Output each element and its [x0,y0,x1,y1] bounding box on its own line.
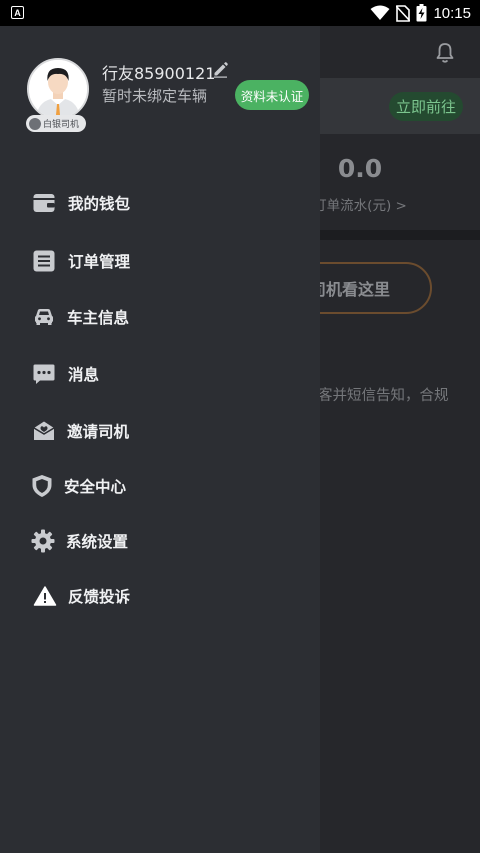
no-sim-icon [396,4,411,22]
menu-item-car-owner[interactable]: 车主信息 [0,297,320,337]
menu-item-system-settings[interactable]: 系统设置 [0,521,320,561]
invite-icon [33,421,55,440]
status-time: 10:15 [433,4,471,22]
gear-icon [31,529,55,553]
menu-item-label: 邀请司机 [67,423,130,441]
menu-item-invite-driver[interactable]: 邀请司机 [0,411,320,451]
menu-item-label: 车主信息 [67,309,130,327]
menu-item-wallet[interactable]: 我的钱包 [0,183,320,223]
wifi-icon [370,5,390,20]
role-badge: 白银司机 [26,115,86,132]
order-list-icon [33,250,55,272]
wallet-icon [33,194,55,212]
warning-icon [33,586,57,606]
menu-item-label: 系统设置 [66,533,129,551]
menu-item-messages[interactable]: 消息 [0,354,320,394]
notice-text: 客并短信告知，合规 [318,388,449,404]
battery-charging-icon [416,4,427,22]
status-bar: A 10:15 [0,0,480,26]
go-now-button[interactable]: 立即前往 [389,92,463,121]
badge-medal-icon [29,117,41,130]
menu-item-label: 订单管理 [68,253,131,271]
vehicle-binding-status: 暂时未绑定车辆 [102,87,208,105]
avatar[interactable] [27,58,89,120]
car-icon [35,309,53,325]
bell-icon [436,43,454,63]
menu-item-label: 我的钱包 [68,195,131,213]
message-icon [33,364,55,384]
menu-item-label: 安全中心 [64,478,127,496]
user-name: 行友85900121 [102,64,216,83]
app-screen: A 10:15 立即前往 0.0 订单流水(元) > 司机看这里 客并短信告知，… [0,0,480,853]
status-bar-right: 10:15 [370,3,471,23]
navigation-drawer: 白银司机 行友85900121 暂时未绑定车辆 资料未认证 我的钱包 订单管理 … [0,26,320,853]
menu-item-label: 消息 [68,366,100,384]
menu-item-security-center[interactable]: 安全中心 [0,466,320,506]
verify-profile-button[interactable]: 资料未认证 [235,80,309,110]
notification-a-icon: A [11,6,24,19]
avatar-person-icon [29,60,87,118]
menu-item-feedback[interactable]: 反馈投诉 [0,576,320,616]
menu-item-label: 反馈投诉 [68,588,131,606]
menu-item-orders[interactable]: 订单管理 [0,241,320,281]
edit-pencil-icon[interactable] [212,61,229,78]
role-badge-label: 白银司机 [43,120,80,130]
shield-icon [32,475,52,497]
